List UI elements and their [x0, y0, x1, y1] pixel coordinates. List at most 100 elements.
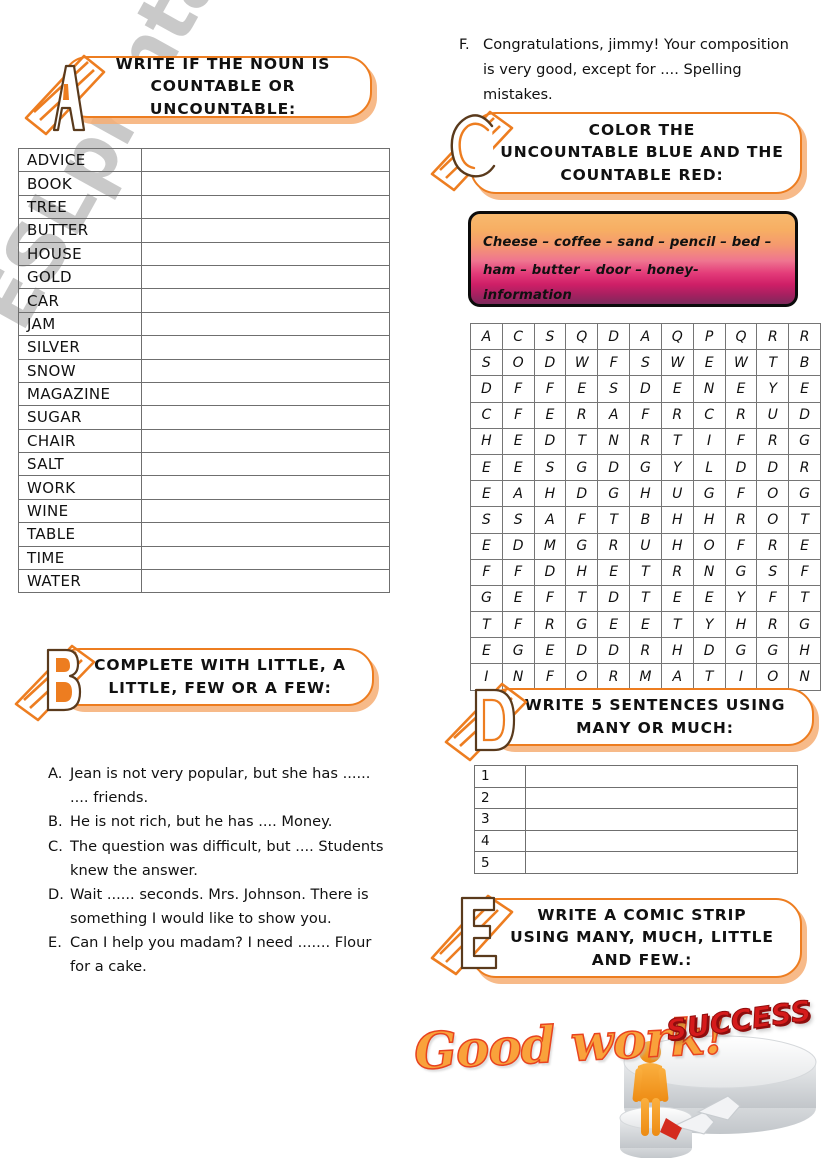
wordsearch-cell[interactable]: E [533, 401, 567, 429]
wordsearch-cell[interactable]: H [692, 506, 726, 534]
wordsearch-cell[interactable]: E [629, 611, 662, 639]
wordsearch-cell[interactable]: H [629, 480, 662, 508]
wordsearch-cell[interactable]: T [597, 506, 630, 534]
wordsearch-cell[interactable]: F [724, 480, 758, 508]
wordsearch-cell[interactable]: E [788, 532, 821, 560]
wordsearch-cell[interactable]: U [756, 401, 790, 429]
wordsearch-cell[interactable]: F [597, 349, 630, 377]
wordsearch-cell[interactable]: E [501, 584, 535, 613]
wordsearch-cell[interactable]: F [470, 558, 503, 586]
wordsearch-cell[interactable]: I [692, 427, 726, 455]
wordsearch-cell[interactable]: D [501, 532, 535, 560]
wordsearch-cell[interactable]: G [565, 611, 599, 639]
wordsearch-cell[interactable]: H [470, 427, 503, 455]
wordsearch-cell[interactable]: G [565, 532, 599, 560]
wordsearch-cell[interactable]: E [597, 558, 630, 586]
wordsearch-cell[interactable]: H [788, 637, 821, 665]
wordsearch-cell[interactable]: F [501, 401, 535, 429]
wordsearch-cell[interactable]: S [756, 558, 790, 586]
wordsearch-cell[interactable]: F [565, 506, 599, 534]
noun-answer-blank[interactable] [141, 311, 390, 337]
sentence-blank[interactable] [525, 851, 798, 874]
wordsearch-cell[interactable]: R [724, 401, 758, 429]
wordsearch-cell[interactable]: C [692, 401, 726, 429]
wordsearch-cell[interactable]: R [756, 532, 790, 560]
wordsearch-cell[interactable]: Q [660, 322, 694, 351]
wordsearch-cell[interactable]: D [597, 322, 630, 351]
wordsearch-cell[interactable]: G [501, 637, 535, 665]
wordsearch-cell[interactable]: F [724, 532, 758, 560]
wordsearch-cell[interactable]: W [660, 349, 694, 377]
wordsearch-cell[interactable]: A [501, 480, 535, 508]
wordsearch-cell[interactable]: R [597, 532, 630, 560]
wordsearch-cell[interactable]: F [756, 584, 790, 613]
wordsearch-cell[interactable]: O [692, 532, 726, 560]
wordsearch-cell[interactable]: G [788, 611, 821, 639]
wordsearch-cell[interactable]: G [597, 480, 630, 508]
wordsearch-cell[interactable]: O [756, 663, 790, 691]
wordsearch-cell[interactable]: D [756, 453, 790, 482]
wordsearch-cell[interactable]: Y [660, 453, 694, 482]
noun-answer-blank[interactable] [141, 545, 390, 571]
wordsearch-cell[interactable]: F [533, 584, 567, 613]
noun-answer-blank[interactable] [141, 194, 390, 220]
wordsearch-cell[interactable]: I [724, 663, 758, 691]
wordsearch-cell[interactable]: E [501, 453, 535, 482]
wordsearch-cell[interactable]: H [660, 532, 694, 560]
wordsearch-cell[interactable]: R [629, 637, 662, 665]
wordsearch-cell[interactable]: F [501, 611, 535, 639]
wordsearch-cell[interactable]: W [565, 349, 599, 377]
wordsearch-cell[interactable]: E [533, 637, 567, 665]
wordsearch-cell[interactable]: A [660, 663, 694, 691]
wordsearch-cell[interactable]: T [660, 611, 694, 639]
wordsearch-cell[interactable]: G [788, 480, 821, 508]
wordsearch-cell[interactable]: B [788, 349, 821, 377]
wordsearch-cell[interactable]: E [692, 349, 726, 377]
wordsearch-cell[interactable]: R [756, 322, 790, 351]
wordsearch-cell[interactable]: F [724, 427, 758, 455]
wordsearch-cell[interactable]: E [660, 375, 694, 403]
wordsearch-cell[interactable]: O [501, 349, 535, 377]
wordsearch-cell[interactable]: E [565, 375, 599, 403]
wordsearch-cell[interactable]: F [533, 375, 567, 403]
wordsearch-cell[interactable]: Q [565, 322, 599, 351]
wordsearch-cell[interactable]: R [788, 453, 821, 482]
wordsearch-cell[interactable]: G [470, 584, 503, 613]
wordsearch-cell[interactable]: E [788, 375, 821, 403]
noun-answer-blank[interactable] [141, 335, 390, 360]
wordsearch-cell[interactable]: Q [724, 322, 758, 351]
wordsearch-cell[interactable]: C [470, 401, 503, 429]
wordsearch-cell[interactable]: F [501, 375, 535, 403]
wordsearch-cell[interactable]: T [660, 427, 694, 455]
wordsearch-cell[interactable]: D [597, 453, 630, 482]
wordsearch-cell[interactable]: T [565, 427, 599, 455]
wordsearch-cell[interactable]: S [501, 506, 535, 534]
wordsearch-cell[interactable]: E [660, 584, 694, 613]
wordsearch-cell[interactable]: S [470, 506, 503, 534]
wordsearch-cell[interactable]: T [470, 611, 503, 639]
wordsearch-cell[interactable]: D [629, 375, 662, 403]
noun-answer-blank[interactable] [141, 428, 390, 454]
wordsearch-cell[interactable]: Y [756, 375, 790, 403]
wordsearch-cell[interactable]: R [597, 663, 630, 691]
noun-answer-blank[interactable] [141, 264, 390, 290]
sentence-blank[interactable] [525, 829, 798, 853]
wordsearch-cell[interactable]: N [692, 558, 726, 586]
wordsearch-cell[interactable]: S [533, 322, 567, 351]
noun-answer-blank[interactable] [141, 171, 390, 196]
wordsearch-cell[interactable]: T [788, 506, 821, 534]
sentence-blank[interactable] [525, 765, 798, 788]
noun-answer-blank[interactable] [141, 288, 390, 313]
wordsearch-cell[interactable]: O [756, 480, 790, 508]
wordsearch-cell[interactable]: G [756, 637, 790, 665]
wordsearch-cell[interactable]: N [788, 663, 821, 691]
wordsearch-cell[interactable]: A [533, 506, 567, 534]
wordsearch-cell[interactable]: N [692, 375, 726, 403]
wordsearch-cell[interactable]: F [629, 401, 662, 429]
wordsearch-cell[interactable]: T [565, 584, 599, 613]
wordsearch-cell[interactable]: H [660, 506, 694, 534]
noun-answer-blank[interactable] [141, 147, 390, 173]
wordsearch-cell[interactable]: D [788, 401, 821, 429]
wordsearch-cell[interactable]: H [660, 637, 694, 665]
noun-answer-blank[interactable] [141, 452, 390, 477]
